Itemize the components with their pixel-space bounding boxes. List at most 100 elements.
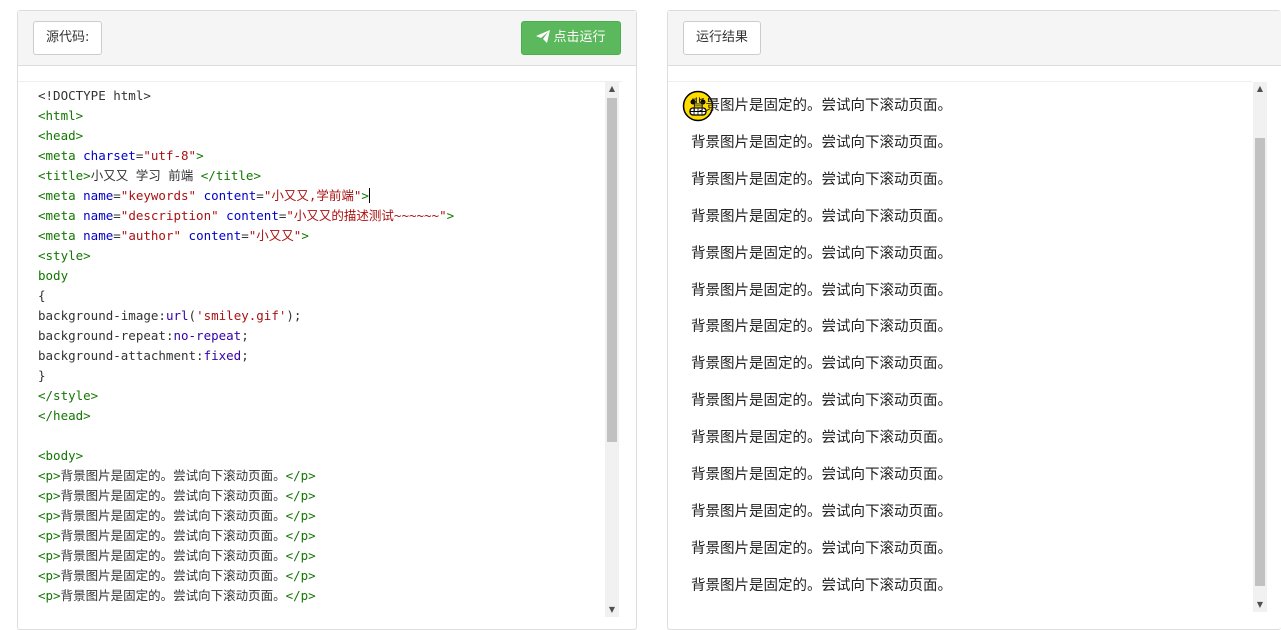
code-line: <p>背景图片是固定的。尝试向下滚动页面。</p> <box>38 586 622 606</box>
result-scrollbar-thumb[interactable] <box>1255 138 1265 586</box>
code-line: <title>小又又 学习 前端 </title> <box>38 166 622 186</box>
code-line: <p>背景图片是固定的。尝试向下滚动页面。</p> <box>38 486 622 506</box>
code-token: <style> <box>38 248 91 263</box>
code-token: </p> <box>285 528 316 543</box>
result-paragraph: 背景图片是固定的。尝试向下滚动页面。 <box>691 577 952 594</box>
code-token: <p> <box>38 568 61 583</box>
code-token: > <box>361 188 369 203</box>
code-token: 小又又 学习 前端 <box>90 168 201 183</box>
code-token: 背景图片是固定的。尝试向下滚动页面。 <box>60 588 286 603</box>
code-token: <p> <box>38 548 61 563</box>
result-panel-header: 运行结果 <box>668 11 1281 66</box>
code-line: <meta name="author" content="小又又"> <box>38 226 622 246</box>
result-frame: 背景图片是固定的。尝试向下滚动页面。 背景图片是固定的。尝试向下滚动页面。 背景图片… <box>668 81 1252 622</box>
code-token: </p> <box>285 488 316 503</box>
code-token: 背景图片是固定的。尝试向下滚动页面。 <box>60 468 286 483</box>
result-paragraph: 背景图片是固定的。尝试向下滚动页面。 <box>691 356 952 373</box>
code-token: content <box>226 208 279 223</box>
code-token: { <box>38 288 46 303</box>
code-token: > <box>196 148 204 163</box>
code-token: <meta <box>38 148 84 163</box>
code-token: "description" <box>120 208 219 223</box>
code-token: > <box>446 208 455 223</box>
run-button-label: 点击运行 <box>553 30 606 45</box>
code-scrollbar-thumb[interactable] <box>607 98 617 442</box>
code-line: <meta name="keywords" content="小又又,学前端"> <box>38 186 622 206</box>
code-line: <head> <box>38 126 622 146</box>
code-token: name <box>83 228 114 243</box>
scroll-up-arrow-icon[interactable]: ▲ <box>605 82 619 96</box>
code-token: fixed <box>203 348 242 363</box>
source-code-button[interactable]: 源代码: <box>33 21 103 55</box>
code-token: 背景图片是固定的。尝试向下滚动页面。 <box>60 548 286 563</box>
code-line: <!DOCTYPE html> <box>38 86 622 106</box>
code-line: <p>背景图片是固定的。尝试向下滚动页面。</p> <box>38 466 622 486</box>
code-token: name <box>83 208 114 223</box>
code-line: <p>背景图片是固定的。尝试向下滚动页面。</p> <box>38 506 622 526</box>
code-token: 背景图片是固定的。尝试向下滚动页面。 <box>60 528 286 543</box>
code-token: <head> <box>38 128 84 143</box>
result-paragraph: 背景图片是固定的。尝试向下滚动页面。 <box>691 208 952 225</box>
code-token: 'smiley.gif' <box>196 308 287 323</box>
code-token: 背景图片是固定的。尝试向下滚动页面。 <box>60 568 286 583</box>
result-scrollbar[interactable]: ▲ ▼ <box>1253 82 1267 612</box>
code-editor[interactable]: <!DOCTYPE html> <html> <head> <meta charset… <box>18 81 622 622</box>
code-token: </style> <box>38 388 99 403</box>
code-token: </p> <box>285 508 316 523</box>
code-token: ( <box>188 308 197 323</box>
result-paragraph: 背景图片是固定的。尝试向下滚动页面。 <box>691 98 952 114</box>
code-token: </p> <box>285 568 316 583</box>
text-cursor <box>368 188 370 203</box>
result-paragraph: 背景图片是固定的。尝试向下滚动页面。 <box>691 540 952 557</box>
code-line: <p>背景图片是固定的。尝试向下滚动页面。</p> <box>38 546 622 566</box>
code-line: <body> <box>38 446 622 466</box>
code-token: </p> <box>285 468 316 483</box>
code-token: content <box>203 188 257 203</box>
result-paragraph: 背景图片是固定的。尝试向下滚动页面。 <box>691 393 952 410</box>
code-token: > <box>301 228 309 243</box>
code-token: <p> <box>38 508 61 523</box>
code-token: ; <box>241 348 249 363</box>
code-line: </style> <box>38 386 622 406</box>
code-token: } <box>38 368 46 383</box>
scroll-up-arrow-icon[interactable]: ▲ <box>1253 82 1267 96</box>
code-lines: <!DOCTYPE html> <html> <head> <meta charset… <box>18 82 622 606</box>
code-token: </head> <box>38 408 91 423</box>
code-line: <html> <box>38 106 622 126</box>
code-line: body <box>38 266 622 286</box>
result-button[interactable]: 运行结果 <box>683 21 762 55</box>
source-panel-header: 源代码: 点击运行 <box>18 11 636 66</box>
scroll-down-arrow-icon[interactable]: ▼ <box>605 603 619 617</box>
code-token: "utf-8" <box>143 148 197 163</box>
code-token: ; <box>241 328 249 343</box>
code-token: no-repeat <box>173 328 242 343</box>
paper-plane-icon <box>536 30 551 43</box>
code-token: </title> <box>200 168 261 183</box>
result-paragraph: 背景图片是固定的。尝试向下滚动页面。 <box>691 282 952 299</box>
code-token: </p> <box>285 588 316 603</box>
code-token: 背景图片是固定的。尝试向下滚动页面。 <box>60 488 286 503</box>
code-token: = <box>113 228 121 243</box>
code-token: <!DOCTYPE html> <box>38 88 151 103</box>
code-token: 背景图片是固定的。尝试向下滚动页面。 <box>60 508 286 523</box>
code-token: <p> <box>38 528 61 543</box>
code-token: url <box>165 308 189 323</box>
code-line: { <box>38 286 622 306</box>
code-token: = <box>113 188 121 203</box>
code-token: <meta <box>38 208 84 223</box>
code-scrollbar[interactable]: ▲ ▼ <box>605 82 619 617</box>
code-token: <p> <box>38 588 61 603</box>
code-line: <meta name="description" content="小又又的描述… <box>38 206 622 226</box>
run-button[interactable]: 点击运行 <box>521 21 621 55</box>
code-token: </p> <box>285 548 316 563</box>
code-token: <p> <box>38 468 61 483</box>
code-line: </head> <box>38 406 622 426</box>
code-token: background-repeat <box>38 328 166 343</box>
code-token: charset <box>83 148 136 163</box>
code-token: "keywords" <box>120 188 197 203</box>
result-paragraph: 背景图片是固定的。尝试向下滚动页面。 <box>691 134 952 151</box>
code-line: background-image:url('smiley.gif'); <box>38 306 622 326</box>
code-token: "小又又的描述测试~~~~~~" <box>286 208 447 223</box>
